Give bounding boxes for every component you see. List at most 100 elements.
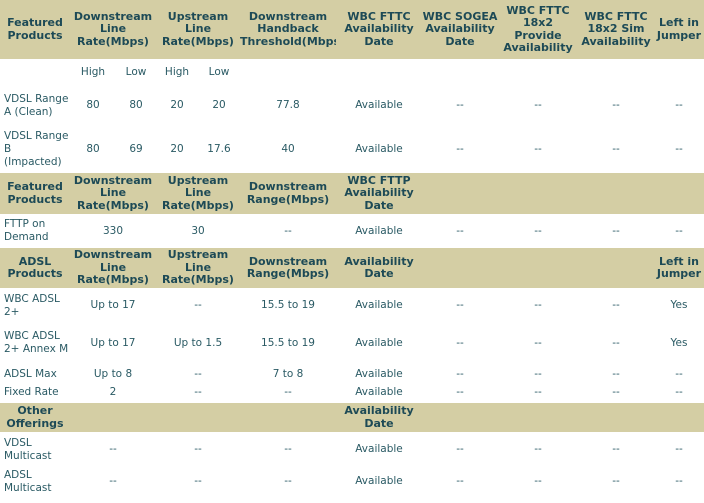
- header-downstream-range: Downstream Range(Mbps): [240, 248, 336, 291]
- handback-threshold: 40: [240, 129, 336, 173]
- header-availability-date: Availability Date: [336, 248, 422, 291]
- header-wbc-fttc-18x2-sim: WBC FTTC 18x2 Sim Availability: [578, 0, 654, 62]
- fttc-18x2-sim: --: [578, 85, 654, 129]
- upstream-low: 20: [198, 85, 240, 129]
- downstream-low: 80: [116, 85, 156, 129]
- upstream-line-rate: Up to 1.5: [156, 323, 240, 366]
- header-availability-date: Availability Date: [336, 403, 422, 435]
- header-wbc-sogea-availability: WBC SOGEA Availability Date: [422, 0, 498, 62]
- cell-col2: --: [156, 467, 240, 499]
- fttc-18x2-sim: --: [578, 291, 654, 323]
- table-row: WBC ADSL 2+ Up to 17 -- 15.5 to 19 Avail…: [0, 291, 704, 323]
- availability: Available: [336, 385, 422, 403]
- sogea-availability: --: [422, 323, 498, 366]
- product-name: WBC ADSL 2+: [0, 291, 70, 323]
- table-row: WBC ADSL 2+ Annex M Up to 17 Up to 1.5 1…: [0, 323, 704, 366]
- fttc-18x2-sim: --: [578, 467, 654, 499]
- product-name: Fixed Rate: [0, 385, 70, 403]
- downstream-line-rate: 330: [70, 217, 156, 248]
- header-left-in-jumper: Left in Jumper: [654, 0, 704, 62]
- downstream-range: 15.5 to 19: [240, 291, 336, 323]
- header-wbc-fttc-18x2-provide: WBC FTTC 18x2 Provide Availability: [498, 0, 578, 62]
- downstream-range: --: [240, 217, 336, 248]
- availability: Available: [336, 291, 422, 323]
- availability: Available: [336, 467, 422, 499]
- downstream-line-rate: Up to 17: [70, 291, 156, 323]
- cell-col2: --: [156, 435, 240, 467]
- adsl-header-row: ADSL Products Downstream Line Rate(Mbps)…: [0, 248, 704, 291]
- availability: Available: [336, 366, 422, 385]
- subheader-upstream-high: High: [156, 62, 198, 85]
- table-row: VDSL Range B (Impacted) 80 69 20 17.6 40…: [0, 129, 704, 173]
- sogea-availability: --: [422, 85, 498, 129]
- upstream-line-rate: 30: [156, 217, 240, 248]
- header-upstream-line-rate: Upstream Line Rate(Mbps): [156, 248, 240, 291]
- sogea-availability: --: [422, 385, 498, 403]
- header-left-in-jumper: Left in Jumper: [654, 248, 704, 291]
- fttc-availability: Available: [336, 85, 422, 129]
- sogea-availability: --: [422, 435, 498, 467]
- subheader-empty: [0, 62, 70, 85]
- header-downstream-handback-threshold: Downstream Handback Threshold(Mbps): [240, 0, 336, 62]
- left-in-jumper: Yes: [654, 323, 704, 366]
- table-row: VDSL Multicast -- -- -- Available -- -- …: [0, 435, 704, 467]
- featured-header-row: Featured Products Downstream Line Rate(M…: [0, 0, 704, 62]
- subheader-downstream-high: High: [70, 62, 116, 85]
- product-name: WBC ADSL 2+ Annex M: [0, 323, 70, 366]
- sogea-availability: --: [422, 366, 498, 385]
- fttc-availability: Available: [336, 129, 422, 173]
- product-name: FTTP on Demand: [0, 217, 70, 248]
- header-upstream-line-rate: Upstream Line Rate(Mbps): [156, 0, 240, 62]
- upstream-line-rate: --: [156, 366, 240, 385]
- left-in-jumper: --: [654, 467, 704, 499]
- upstream-high: 20: [156, 129, 198, 173]
- availability: Available: [336, 323, 422, 366]
- product-name: ADSL Max: [0, 366, 70, 385]
- cell-col3: --: [240, 467, 336, 499]
- header-downstream-range: Downstream Range(Mbps): [240, 173, 336, 217]
- product-name: VDSL Multicast: [0, 435, 70, 467]
- sogea-availability: --: [422, 467, 498, 499]
- downstream-line-rate: 2: [70, 385, 156, 403]
- upstream-line-rate: --: [156, 291, 240, 323]
- upstream-line-rate: --: [156, 385, 240, 403]
- fttc-18x2-provide: --: [498, 291, 578, 323]
- header-wbc-fttc-availability: WBC FTTC Availability Date: [336, 0, 422, 62]
- fttc-18x2-sim: --: [578, 435, 654, 467]
- left-in-jumper: --: [654, 85, 704, 129]
- header-wbc-fttp-availability: WBC FTTP Availability Date: [336, 173, 422, 217]
- handback-threshold: 77.8: [240, 85, 336, 129]
- fttp-header-row: Featured Products Downstream Line Rate(M…: [0, 173, 704, 217]
- left-in-jumper: --: [654, 435, 704, 467]
- header-downstream-line-rate: Downstream Line Rate(Mbps): [70, 0, 156, 62]
- fttc-18x2-provide: --: [498, 467, 578, 499]
- left-in-jumper: --: [654, 366, 704, 385]
- fttc-18x2-provide: --: [498, 366, 578, 385]
- fttc-18x2-provide: --: [498, 385, 578, 403]
- cell-col1: --: [70, 435, 156, 467]
- downstream-range: 15.5 to 19: [240, 323, 336, 366]
- header-downstream-line-rate: Downstream Line Rate(Mbps): [70, 248, 156, 291]
- fttc-18x2-sim: --: [578, 217, 654, 248]
- downstream-range: --: [240, 385, 336, 403]
- header-featured-products: Featured Products: [0, 0, 70, 62]
- high-low-subheader-row: High Low High Low: [0, 62, 704, 85]
- fttc-18x2-sim: --: [578, 323, 654, 366]
- left-in-jumper: --: [654, 129, 704, 173]
- downstream-line-rate: Up to 17: [70, 323, 156, 366]
- product-name: VDSL Range B (Impacted): [0, 129, 70, 173]
- table-row: FTTP on Demand 330 30 -- Available -- --…: [0, 217, 704, 248]
- product-name: ADSL Multicast: [0, 467, 70, 499]
- table-row: ADSL Multicast -- -- -- Available -- -- …: [0, 467, 704, 499]
- upstream-high: 20: [156, 85, 198, 129]
- product-name: VDSL Range A (Clean): [0, 85, 70, 129]
- fttc-18x2-provide: --: [498, 323, 578, 366]
- table-row: VDSL Range A (Clean) 80 80 20 20 77.8 Av…: [0, 85, 704, 129]
- left-in-jumper: Yes: [654, 291, 704, 323]
- fttc-18x2-provide: --: [498, 129, 578, 173]
- upstream-low: 17.6: [198, 129, 240, 173]
- header-adsl-products: ADSL Products: [0, 248, 70, 291]
- fttc-18x2-provide: --: [498, 435, 578, 467]
- table-row: ADSL Max Up to 8 -- 7 to 8 Available -- …: [0, 366, 704, 385]
- fttc-18x2-sim: --: [578, 129, 654, 173]
